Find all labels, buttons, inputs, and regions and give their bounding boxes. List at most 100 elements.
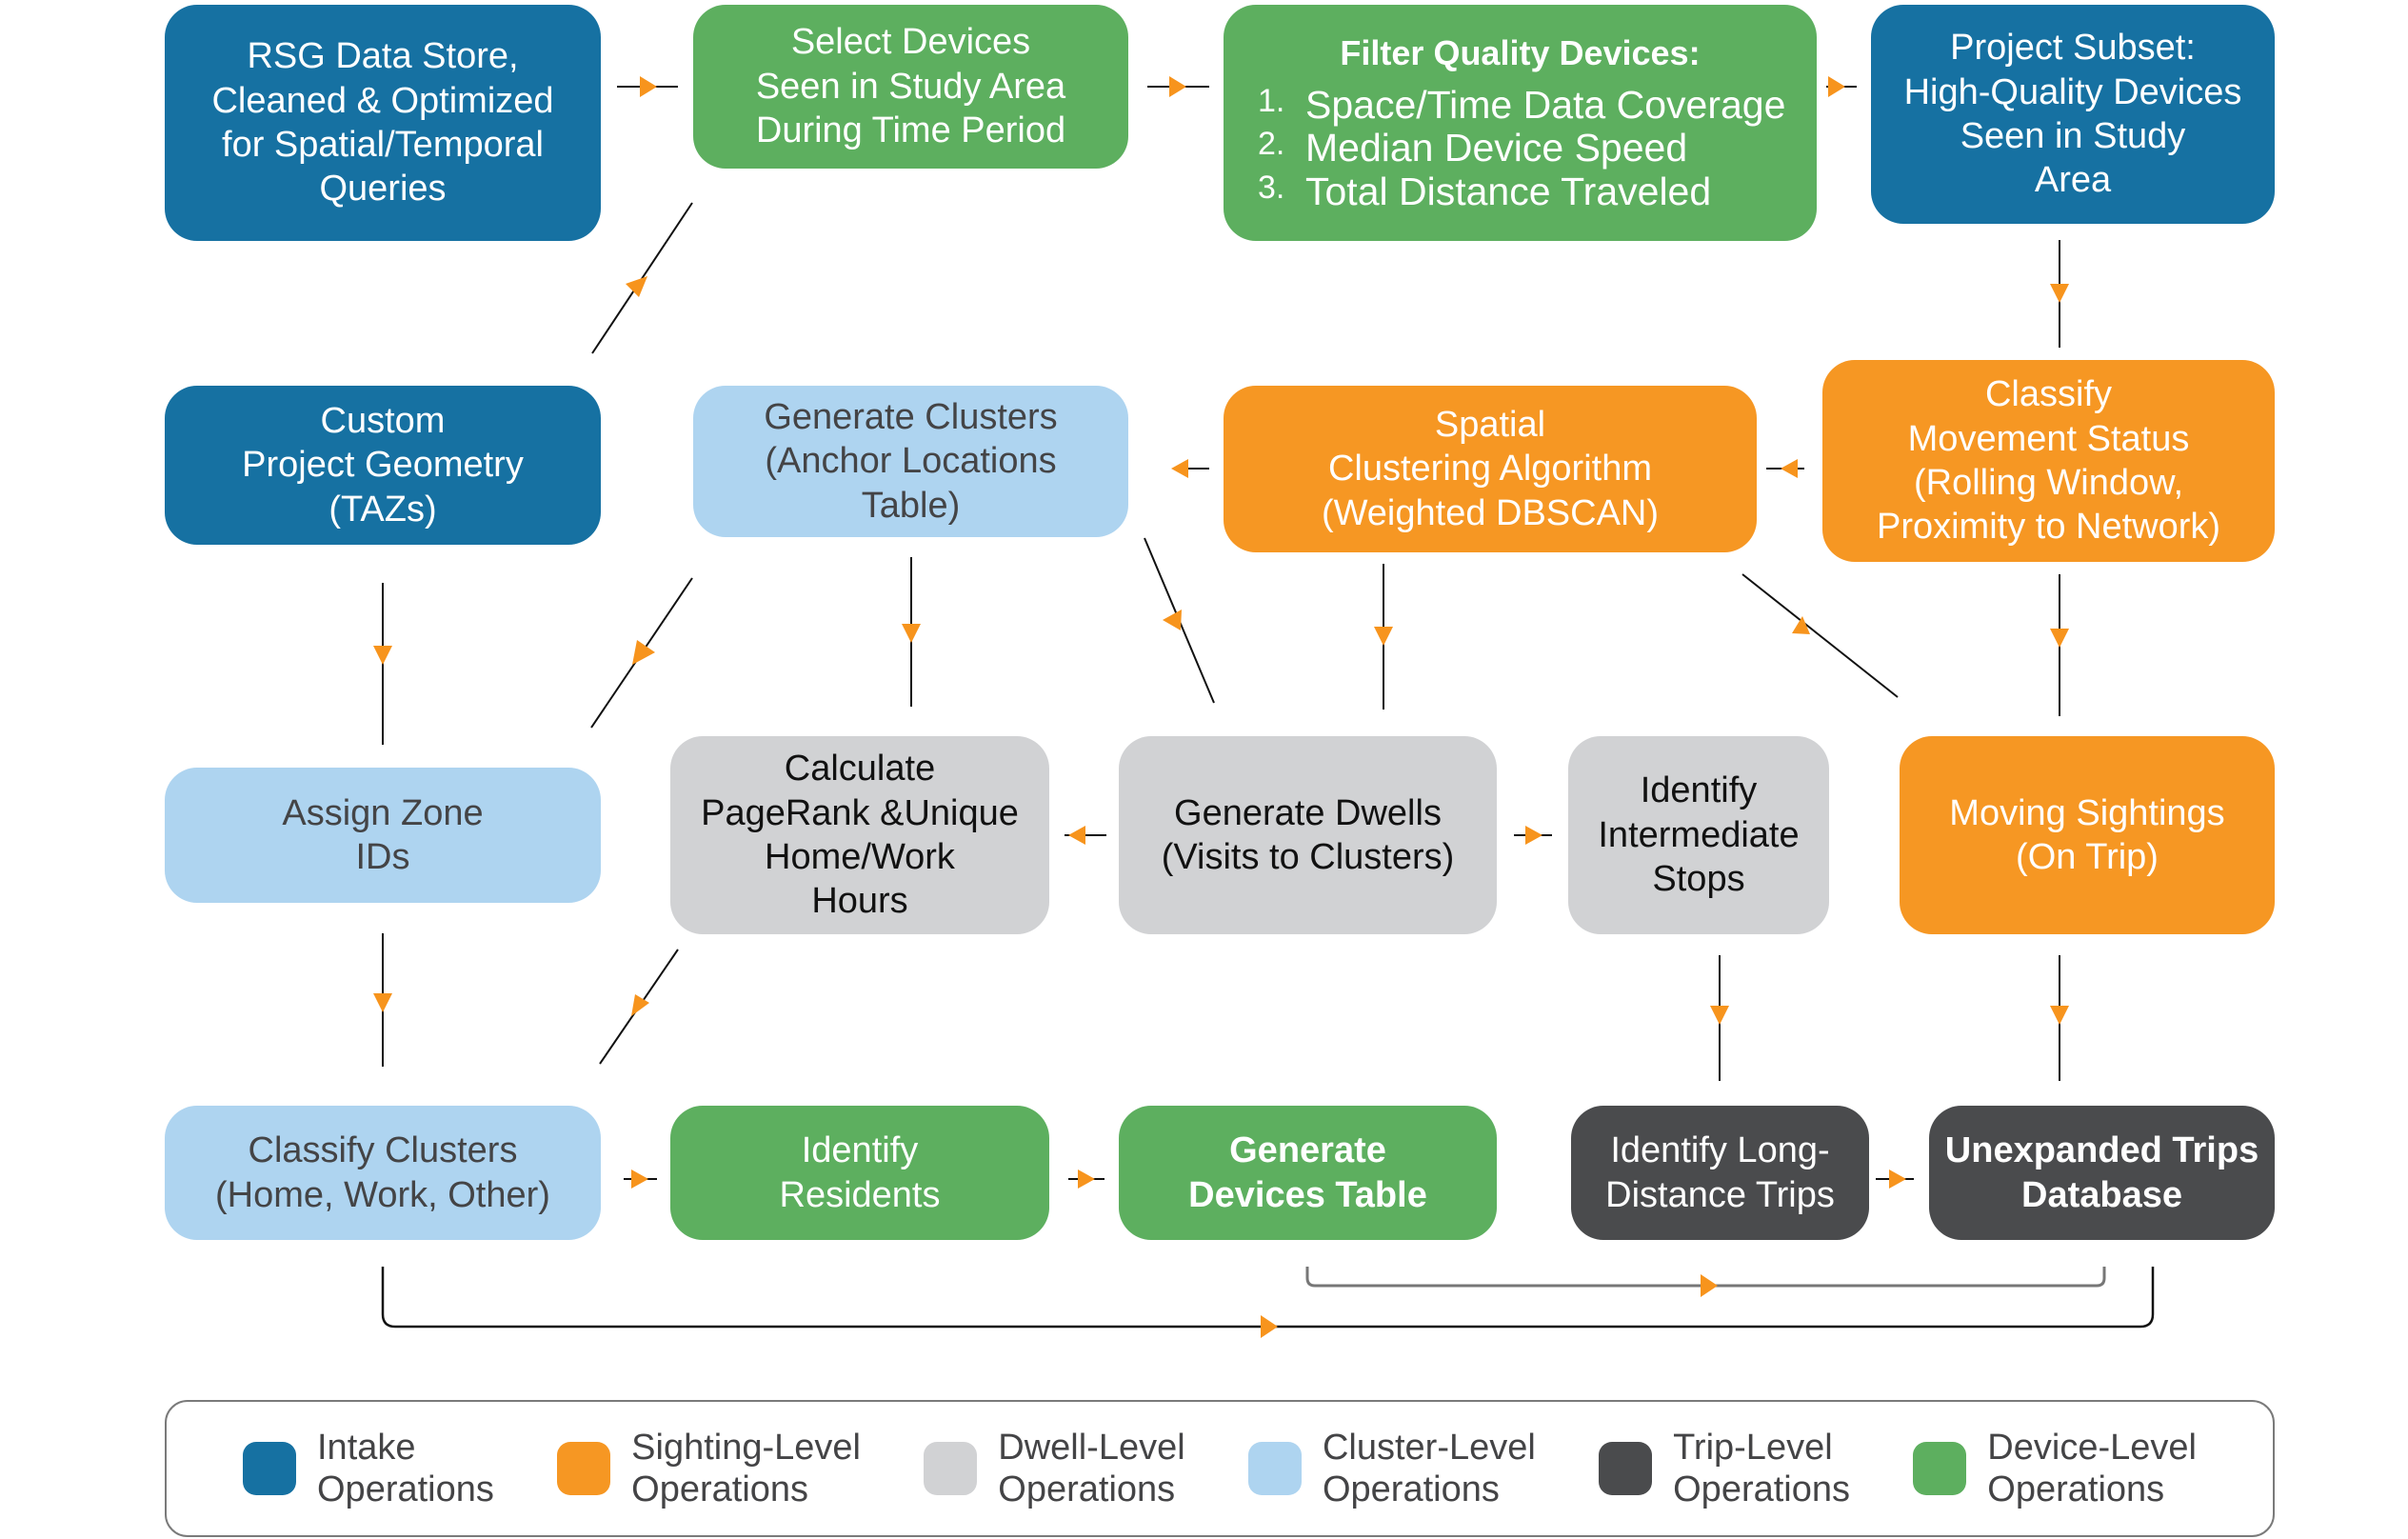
node-text: Residents bbox=[779, 1174, 941, 1215]
node-text: Home/Work bbox=[765, 837, 955, 877]
list-number: 1. bbox=[1258, 83, 1285, 120]
node-identify-residents: Identify Residents bbox=[670, 1106, 1049, 1240]
connector-spatial-to-moving bbox=[1741, 573, 1899, 698]
filter-criteria-list: 1. Space/Time Data Coverage 2. Median De… bbox=[1258, 84, 1785, 213]
legend-label: Sighting-Level Operations bbox=[631, 1427, 861, 1509]
arrowhead-left bbox=[1171, 459, 1188, 478]
node-text: Intermediate bbox=[1598, 814, 1800, 855]
node-text: (Weighted DBSCAN) bbox=[1321, 492, 1660, 533]
node-text: Database bbox=[2021, 1174, 2182, 1215]
node-text: RSG Data Store, bbox=[247, 36, 519, 77]
node-generate-dwells: Generate Dwells (Visits to Clusters) bbox=[1119, 736, 1497, 934]
arrowhead-right bbox=[1701, 1274, 1718, 1297]
list-number: 2. bbox=[1258, 126, 1285, 163]
node-text: Hours bbox=[811, 881, 908, 922]
legend-label: Cluster-Level Operations bbox=[1322, 1427, 1536, 1509]
legend: Intake Operations Sighting-Level Operation… bbox=[165, 1400, 2275, 1537]
node-text: Select Devices bbox=[790, 22, 1031, 63]
connector-custom-to-select bbox=[591, 202, 693, 354]
legend-swatch bbox=[557, 1442, 611, 1495]
node-text: for Spatial/Temporal bbox=[222, 125, 544, 165]
node-text: Project Subset: bbox=[1950, 28, 2196, 69]
arrowhead-down bbox=[373, 646, 392, 665]
node-text: Clustering Algorithm bbox=[1327, 449, 1653, 490]
node-project-subset: Project Subset: High-Quality Devices See… bbox=[1871, 5, 2275, 224]
legend-label: Dwell-Level Operations bbox=[998, 1427, 1185, 1509]
node-text: Spatial bbox=[1434, 404, 1546, 445]
legend-item-intake: Intake Operations bbox=[243, 1427, 494, 1510]
arrowhead-right bbox=[1078, 1169, 1095, 1189]
arrowhead-left bbox=[1163, 610, 1182, 630]
connector-calculate-to-classify bbox=[599, 949, 679, 1065]
node-title: Filter Quality Devices: bbox=[1340, 33, 1701, 73]
node-text: Unexpanded Trips bbox=[1944, 1130, 2259, 1171]
legend-item-dwell: Dwell-Level Operations bbox=[924, 1427, 1185, 1510]
legend-item-sighting: Sighting-Level Operations bbox=[557, 1427, 861, 1510]
legend-label: Trip-Level Operations bbox=[1673, 1427, 1851, 1509]
node-text: During Time Period bbox=[755, 110, 1066, 151]
arrowhead-left bbox=[1068, 826, 1085, 845]
node-text: (Anchor Locations bbox=[765, 441, 1057, 482]
arrowhead-right bbox=[632, 640, 655, 665]
node-text: Identify bbox=[1640, 770, 1758, 811]
node-text: High-Quality Devices bbox=[1903, 71, 2242, 112]
arrowhead-down bbox=[1710, 1006, 1729, 1025]
legend-swatch bbox=[1247, 1442, 1302, 1495]
arrowhead-down bbox=[2050, 284, 2069, 303]
node-text: Classify Clusters bbox=[248, 1130, 518, 1171]
node-moving-sightings: Moving Sightings (On Trip) bbox=[1900, 736, 2275, 934]
connector-classify-bracket bbox=[381, 1267, 2155, 1329]
node-identify-long-distance-trips: Identify Long- Distance Trips bbox=[1571, 1106, 1869, 1240]
node-text: PageRank &Unique bbox=[701, 792, 1019, 833]
connector-clusters-to-dwells bbox=[1144, 537, 1215, 704]
node-text: Classify bbox=[1984, 374, 2113, 415]
connector-clusters-to-assign bbox=[590, 577, 693, 729]
arrowhead-right bbox=[1889, 1169, 1906, 1189]
connector-devices-bracket bbox=[1305, 1267, 2106, 1288]
node-custom-project-geometry: Custom Project Geometry (TAZs) bbox=[165, 386, 601, 545]
list-text: Space/Time Data Coverage bbox=[1305, 83, 1786, 128]
arrowhead-right bbox=[631, 1169, 648, 1189]
node-spatial-clustering: Spatial Clustering Algorithm (Weighted D… bbox=[1224, 386, 1757, 552]
arrowhead-up bbox=[626, 276, 647, 297]
node-text: Movement Status bbox=[1907, 418, 2190, 459]
node-text: IDs bbox=[355, 837, 410, 877]
node-text: Generate Dwells bbox=[1174, 792, 1442, 833]
node-text: (TAZs) bbox=[328, 489, 437, 530]
legend-swatch bbox=[243, 1442, 296, 1495]
node-text: Seen in Study bbox=[1960, 116, 2186, 156]
legend-item-trip: Trip-Level Operations bbox=[1599, 1427, 1850, 1510]
list-text: Total Distance Traveled bbox=[1305, 169, 1712, 213]
node-text: Distance Trips bbox=[1605, 1174, 1835, 1215]
arrowhead-right bbox=[1261, 1315, 1278, 1338]
node-text: Table) bbox=[861, 485, 961, 526]
node-classify-clusters: Classify Clusters (Home, Work, Other) bbox=[165, 1106, 601, 1240]
node-text: Area bbox=[2034, 160, 2112, 201]
legend-swatch bbox=[924, 1442, 978, 1495]
legend-label: Device-Level Operations bbox=[1987, 1427, 2197, 1509]
node-text: Assign Zone bbox=[282, 792, 484, 833]
node-select-devices: Select Devices Seen in Study Area During… bbox=[693, 5, 1128, 169]
node-text: Identify bbox=[801, 1130, 919, 1171]
node-text: (Rolling Window, bbox=[1914, 463, 2183, 503]
legend-item-cluster: Cluster-Level Operations bbox=[1247, 1427, 1536, 1510]
node-text: Project Geometry bbox=[242, 445, 524, 486]
arrowhead-right bbox=[1169, 76, 1186, 97]
node-calculate-pagerank: Calculate PageRank &Unique Home/Work Hou… bbox=[670, 736, 1049, 934]
node-text: Custom bbox=[320, 400, 446, 441]
filter-criteria-item: 2. Median Device Speed bbox=[1258, 127, 1785, 170]
node-generate-clusters: Generate Clusters (Anchor Locations Tabl… bbox=[693, 386, 1128, 537]
node-text: Queries bbox=[319, 169, 447, 210]
arrowhead-down bbox=[373, 993, 392, 1012]
filter-criteria-item: 1. Space/Time Data Coverage bbox=[1258, 84, 1785, 127]
node-generate-devices-table: Generate Devices Table bbox=[1119, 1106, 1497, 1240]
legend-label: Intake Operations bbox=[317, 1427, 494, 1509]
node-text: Identify Long- bbox=[1610, 1130, 1830, 1171]
node-classify-movement-status: Classify Movement Status (Rolling Window… bbox=[1822, 360, 2275, 562]
node-text: Devices Table bbox=[1188, 1174, 1427, 1215]
node-text: (On Trip) bbox=[2016, 837, 2159, 877]
legend-swatch bbox=[1913, 1442, 1967, 1495]
node-identify-intermediate-stops: Identify Intermediate Stops bbox=[1568, 736, 1829, 934]
node-text: Stops bbox=[1652, 859, 1745, 900]
legend-item-device: Device-Level Operations bbox=[1913, 1427, 2197, 1510]
